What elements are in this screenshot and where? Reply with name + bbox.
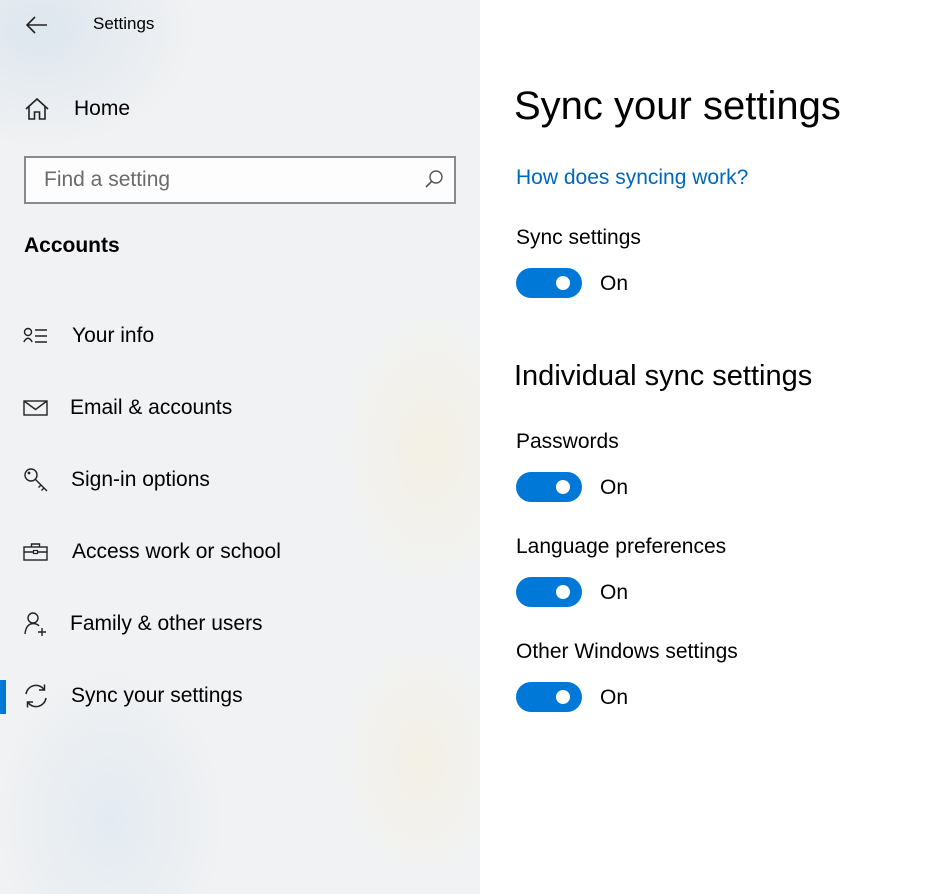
back-button[interactable]: [22, 10, 52, 40]
search-icon[interactable]: [424, 169, 444, 194]
toggle-knob: [556, 276, 570, 290]
back-arrow-icon: [26, 16, 47, 34]
sync-settings-label: Sync settings: [516, 226, 641, 249]
add-user-icon: [22, 610, 50, 638]
sync-icon: [22, 682, 50, 710]
home-icon: [25, 97, 49, 120]
passwords-toggle[interactable]: [516, 472, 582, 502]
app-title: Settings: [93, 14, 155, 33]
sidebar-item-sync-your-settings[interactable]: Sync your settings: [0, 674, 480, 718]
key-icon: [22, 466, 50, 494]
mail-icon: [22, 394, 50, 422]
page-title: Sync your settings: [514, 84, 841, 128]
sidebar-item-label: Sign-in options: [71, 468, 210, 491]
sidebar-item-label: Access work or school: [72, 540, 281, 563]
other-windows-settings-toggle[interactable]: [516, 682, 582, 712]
sync-settings-state: On: [600, 272, 629, 295]
sidebar-item-access-work-school[interactable]: Access work or school: [0, 530, 480, 574]
help-link[interactable]: How does syncing work?: [516, 166, 748, 190]
contact-info-icon: [22, 322, 50, 350]
section-title-accounts: Accounts: [24, 234, 120, 257]
home-nav-item[interactable]: Home: [24, 92, 130, 126]
search-input[interactable]: [42, 167, 416, 193]
passwords-state: On: [600, 476, 629, 499]
search-box[interactable]: [24, 156, 456, 204]
language-preferences-label: Language preferences: [516, 535, 727, 558]
selection-indicator: [0, 680, 6, 714]
toggle-knob: [556, 690, 570, 704]
sidebar-item-label: Your info: [72, 324, 155, 347]
home-label: Home: [74, 97, 131, 120]
individual-sync-heading: Individual sync settings: [514, 360, 813, 392]
sidebar-item-email-accounts[interactable]: Email & accounts: [0, 386, 480, 430]
other-windows-settings-state: On: [600, 686, 629, 709]
language-preferences-state: On: [600, 581, 629, 604]
sidebar-item-label: Email & accounts: [70, 396, 233, 419]
language-preferences-toggle[interactable]: [516, 577, 582, 607]
settings-window: Settings Home Accounts: [0, 0, 952, 894]
toggle-knob: [556, 480, 570, 494]
other-windows-settings-label: Other Windows settings: [516, 640, 738, 663]
sidebar-item-label: Sync your settings: [71, 684, 243, 707]
briefcase-icon: [22, 538, 50, 566]
sidebar-item-sign-in-options[interactable]: Sign-in options: [0, 458, 480, 502]
passwords-label: Passwords: [516, 430, 619, 453]
sidebar-item-family-other-users[interactable]: Family & other users: [0, 602, 480, 646]
sidebar-item-your-info[interactable]: Your info: [0, 314, 480, 358]
sidebar-item-label: Family & other users: [70, 612, 263, 635]
main-content: Sync your settings How does syncing work…: [480, 0, 952, 894]
sync-settings-toggle[interactable]: [516, 268, 582, 298]
sidebar: Settings Home Accounts: [0, 0, 480, 894]
toggle-knob: [556, 585, 570, 599]
